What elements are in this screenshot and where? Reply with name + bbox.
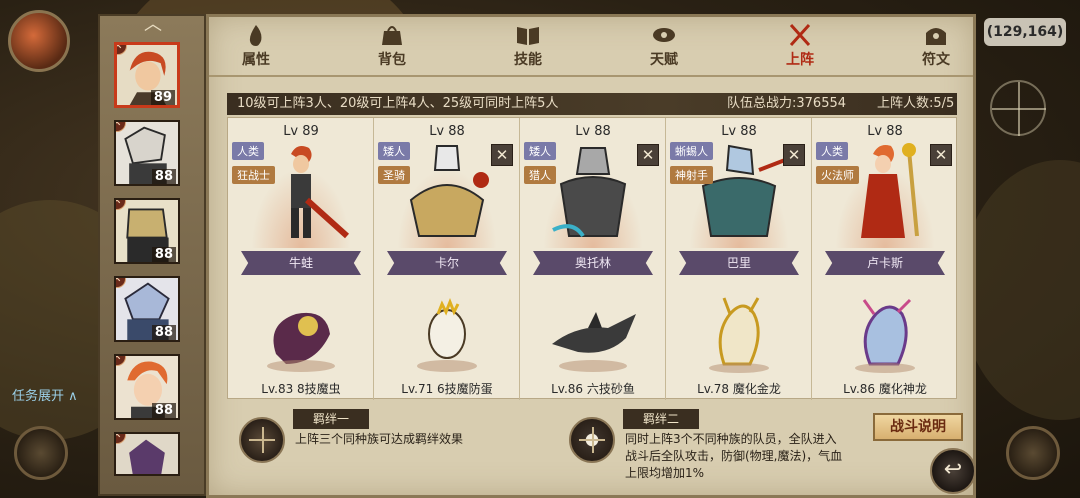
remove-member-button[interactable]: ✕ xyxy=(783,144,805,166)
bond-title: 羁绊一 xyxy=(293,409,369,429)
tab-bag[interactable]: 背包 xyxy=(357,23,427,71)
remove-member-button[interactable]: ✕ xyxy=(491,144,513,166)
eye-icon xyxy=(653,28,675,42)
member-race: 矮人 xyxy=(524,142,556,160)
pet-label: Lv.71 6技魔防蛋 xyxy=(401,382,493,396)
hero-slot[interactable]: ✕ 88 xyxy=(114,276,180,342)
formation-panel: 属性 背包 技能 天赋 上阵 符文 10级可上阵3人、20级可上阵4人、25级可… xyxy=(206,14,976,498)
pet-figure xyxy=(267,312,335,372)
team-info-bar: 10级可上阵3人、20级可上阵4人、25级可同时上阵5人 队伍总战力:37655… xyxy=(227,93,957,115)
pet-label: Lv.78 魔化金龙 xyxy=(697,382,781,396)
team-member-card[interactable]: Lv 88 蜥蜴人 神射手 ✕ 巴里 Lv.78 魔化金龙 xyxy=(666,118,812,400)
bond-one: 羁绊一 上阵三个同种族可达成羁绊效果 xyxy=(239,409,539,489)
member-level: Lv 89 xyxy=(283,124,319,139)
hero-level: 88 xyxy=(151,169,176,184)
pet-figure xyxy=(552,312,636,372)
tab-bar: 属性 背包 技能 天赋 上阵 符文 xyxy=(209,17,973,75)
bond-two: 羁绊二 同时上阵3个不同种族的队员，全队进入 战斗后全队攻击，防御(物理,魔法)… xyxy=(569,409,869,489)
team-member-card[interactable]: Lv 89 人类 狂战士 牛蛙 Lv.83 8技魔虫 xyxy=(228,118,374,400)
member-class: 火法师 xyxy=(816,166,859,184)
hero-list: ︿ ✕ 89 ✕ 88 ✕ 88 ✕ xyxy=(98,14,206,496)
member-race: 人类 xyxy=(816,142,848,160)
bond-emblem-icon[interactable] xyxy=(239,417,285,463)
map-coordinates: (129,164) xyxy=(984,18,1066,46)
member-name: 卢卡斯 xyxy=(825,251,945,275)
member-class: 神射手 xyxy=(670,166,713,184)
member-name: 奥托林 xyxy=(533,251,653,275)
pet-label: Lv.86 魔化神龙 xyxy=(843,382,927,396)
team-member-card[interactable]: Lv 88 人类 火法师 ✕ 卢卡斯 Lv.86 魔化神龙 xyxy=(812,118,958,400)
pet-label: Lv.86 六技砂鱼 xyxy=(551,382,635,396)
hero-slot[interactable]: ✕ 88 xyxy=(114,354,180,420)
member-race: 蜥蜴人 xyxy=(670,142,713,160)
bond-description: 上阵三个同种族可达成羁绊效果 xyxy=(295,432,464,446)
pet-figure xyxy=(855,298,915,373)
back-arrow-icon: ↩ xyxy=(943,457,963,482)
member-race: 矮人 xyxy=(378,142,410,160)
team-member-card[interactable]: Lv 88 矮人 圣骑 ✕ 卡尔 Lv.71 6技魔防蛋 xyxy=(374,118,520,400)
formation-rule-text: 10级可上阵3人、20级可上阵4人、25级可同时上阵5人 xyxy=(237,96,559,111)
pet-label: Lv.83 8技魔虫 xyxy=(261,382,341,396)
task-expand-toggle[interactable]: 任务展开 ∧ xyxy=(12,385,78,404)
bond-title: 羁绊二 xyxy=(623,409,699,429)
team-power: 队伍总战力:376554 xyxy=(727,96,847,111)
hero-figure xyxy=(409,145,489,237)
map-action-button[interactable] xyxy=(14,426,68,480)
hero-level: 88 xyxy=(151,403,176,418)
member-name: 卡尔 xyxy=(387,251,507,275)
compass-icon xyxy=(990,80,1046,136)
bond-description: 同时上阵3个不同种族的队员，全队进入 战斗后全队攻击，防御(物理,魔法)，气血 … xyxy=(625,432,843,480)
tab-skills[interactable]: 技能 xyxy=(493,23,563,71)
tab-runes[interactable]: 符文 xyxy=(901,23,971,71)
hero-slot[interactable]: ✕ 88 xyxy=(114,198,180,264)
pet-figure xyxy=(709,297,769,373)
swords-icon xyxy=(789,23,811,47)
hero-slot[interactable]: ✕ 89 xyxy=(114,42,180,108)
tab-attributes[interactable]: 属性 xyxy=(221,23,291,71)
member-level: Lv 88 xyxy=(721,124,757,139)
hero-level: 88 xyxy=(151,325,176,340)
hero-slot[interactable]: ✕ xyxy=(114,432,180,476)
fire-icon xyxy=(249,25,262,46)
pet-figure xyxy=(417,297,477,372)
hero-figure xyxy=(861,143,919,238)
member-class: 圣骑 xyxy=(378,166,410,184)
member-race: 人类 xyxy=(232,142,264,160)
hero-figure xyxy=(291,146,350,239)
team-member-card[interactable]: Lv 88 矮人 猎人 ✕ 奥托林 Lv.86 六技砂鱼 xyxy=(520,118,666,400)
rune-icon xyxy=(926,28,946,45)
bag-icon xyxy=(382,26,402,45)
player-avatar[interactable] xyxy=(8,10,70,72)
team-members: Lv 89 人类 狂战士 牛蛙 Lv.83 8技魔虫 Lv 88 矮人 圣骑 ✕… xyxy=(227,117,958,400)
remove-member-button[interactable]: ✕ xyxy=(930,144,952,166)
hero-level: 89 xyxy=(150,90,175,105)
member-level: Lv 88 xyxy=(867,124,903,139)
book-icon xyxy=(517,27,539,45)
member-class: 狂战士 xyxy=(232,166,275,184)
hero-figure xyxy=(552,147,627,238)
hero-level: 88 xyxy=(151,247,176,262)
tab-talents[interactable]: 天赋 xyxy=(629,23,699,71)
hero-portrait xyxy=(116,434,178,474)
bond-emblem-icon[interactable] xyxy=(569,417,615,463)
town-button[interactable] xyxy=(1006,426,1060,480)
tab-formation[interactable]: 上阵 xyxy=(765,23,835,71)
team-count: 上阵人数:5/5 xyxy=(877,96,955,111)
tab-divider xyxy=(209,75,973,77)
scroll-up-chevron-icon[interactable]: ︿ xyxy=(140,16,166,34)
hero-slot[interactable]: ✕ 88 xyxy=(114,120,180,186)
remove-member-button[interactable]: ✕ xyxy=(637,144,659,166)
member-level: Lv 88 xyxy=(575,124,611,139)
member-name: 巴里 xyxy=(679,251,799,275)
member-class: 猎人 xyxy=(524,166,556,184)
back-button[interactable]: ↩ xyxy=(930,448,976,494)
member-name: 牛蛙 xyxy=(241,251,361,275)
battle-info-button[interactable]: 战斗说明 xyxy=(873,413,963,441)
member-level: Lv 88 xyxy=(429,124,465,139)
